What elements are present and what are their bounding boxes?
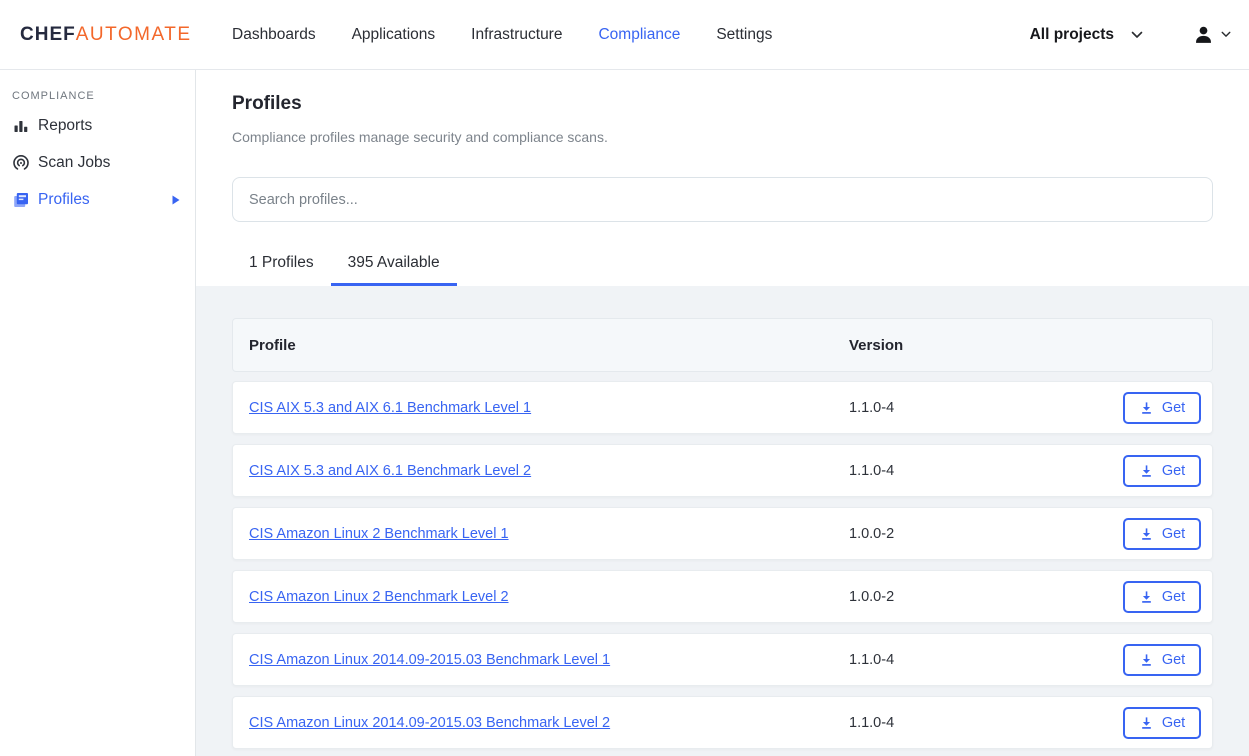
tab-available-profiles[interactable]: 395 Available [331, 240, 457, 286]
expand-arrow-icon[interactable] [172, 195, 180, 205]
compliance-sidebar: COMPLIANCE Reports Scan Jobs [0, 70, 196, 756]
sidebar-item-label: Scan Jobs [38, 154, 110, 172]
table-header-row: Profile Version [232, 318, 1213, 372]
nav-item-settings[interactable]: Settings [716, 26, 772, 44]
profiles-table-panel: Profile Version CIS AIX 5.3 and AIX 6.1 … [196, 286, 1249, 756]
profile-version: 1.0.0-2 [849, 571, 894, 622]
library-icon [12, 191, 30, 209]
download-icon [1139, 527, 1154, 542]
sidebar-item-scan-jobs[interactable]: Scan Jobs [0, 144, 195, 181]
top-navigation-bar: CHEFAUTOMATE Dashboards Applications Inf… [0, 0, 1249, 70]
sidebar-section-label: COMPLIANCE [12, 90, 95, 102]
get-button-label: Get [1162, 400, 1185, 416]
profile-link[interactable]: CIS AIX 5.3 and AIX 6.1 Benchmark Level … [249, 445, 531, 496]
get-button-label: Get [1162, 463, 1185, 479]
chevron-down-icon [1131, 31, 1143, 39]
download-icon [1139, 590, 1154, 605]
get-button[interactable]: Get [1123, 707, 1201, 739]
profile-link[interactable]: CIS Amazon Linux 2 Benchmark Level 2 [249, 571, 509, 622]
get-button-label: Get [1162, 715, 1185, 731]
search-input[interactable] [232, 177, 1213, 222]
projects-filter-label: All projects [1030, 26, 1114, 44]
chef-automate-logo[interactable]: CHEFAUTOMATE [20, 0, 192, 69]
profile-link[interactable]: CIS Amazon Linux 2 Benchmark Level 1 [249, 508, 509, 559]
download-icon [1139, 401, 1154, 416]
radar-icon [12, 154, 30, 172]
profile-version: 1.1.0-4 [849, 697, 894, 748]
column-header-profile: Profile [249, 319, 296, 371]
column-header-version: Version [849, 319, 903, 371]
tab-label: 395 Available [348, 254, 440, 272]
profile-link[interactable]: CIS AIX 5.3 and AIX 6.1 Benchmark Level … [249, 382, 531, 433]
download-icon [1139, 653, 1154, 668]
user-menu-dropdown[interactable] [1193, 24, 1231, 45]
get-button-label: Get [1162, 526, 1185, 542]
table-row: CIS AIX 5.3 and AIX 6.1 Benchmark Level … [232, 381, 1213, 434]
download-icon [1139, 716, 1154, 731]
profile-version: 1.1.0-4 [849, 382, 894, 433]
tab-label: 1 Profiles [249, 254, 314, 272]
profile-version: 1.0.0-2 [849, 508, 894, 559]
sidebar-item-label: Profiles [38, 191, 90, 209]
table-row: CIS Amazon Linux 2 Benchmark Level 2 1.0… [232, 570, 1213, 623]
get-button-label: Get [1162, 589, 1185, 605]
tab-my-profiles[interactable]: 1 Profiles [232, 240, 331, 286]
table-row: CIS Amazon Linux 2 Benchmark Level 1 1.0… [232, 507, 1213, 560]
main-nav: Dashboards Applications Infrastructure C… [232, 0, 772, 69]
projects-filter-dropdown[interactable]: All projects [1030, 26, 1143, 44]
chef-automate-app: CHEFAUTOMATE Dashboards Applications Inf… [0, 0, 1249, 756]
bar-chart-icon [12, 117, 30, 135]
profile-version: 1.1.0-4 [849, 445, 894, 496]
page-subtitle: Compliance profiles manage security and … [232, 129, 608, 145]
profile-link[interactable]: CIS Amazon Linux 2014.09-2015.03 Benchma… [249, 634, 610, 685]
logo-chef-text: CHEF [20, 24, 76, 46]
download-icon [1139, 464, 1154, 479]
profile-version: 1.1.0-4 [849, 634, 894, 685]
sidebar-item-reports[interactable]: Reports [0, 107, 195, 144]
nav-item-dashboards[interactable]: Dashboards [232, 26, 316, 44]
topbar-right-controls: All projects [1030, 0, 1231, 69]
get-button[interactable]: Get [1123, 644, 1201, 676]
logo-automate-text: AUTOMATE [76, 24, 192, 46]
get-button[interactable]: Get [1123, 518, 1201, 550]
page-title: Profiles [232, 93, 302, 115]
sidebar-item-profiles[interactable]: Profiles [0, 181, 195, 218]
nav-item-compliance[interactable]: Compliance [598, 26, 680, 44]
nav-item-infrastructure[interactable]: Infrastructure [471, 26, 562, 44]
table-row: CIS AIX 5.3 and AIX 6.1 Benchmark Level … [232, 444, 1213, 497]
profile-link[interactable]: CIS Amazon Linux 2014.09-2015.03 Benchma… [249, 697, 610, 748]
chevron-down-icon [1221, 31, 1231, 38]
get-button[interactable]: Get [1123, 581, 1201, 613]
get-button[interactable]: Get [1123, 392, 1201, 424]
table-row: CIS Amazon Linux 2014.09-2015.03 Benchma… [232, 633, 1213, 686]
nav-item-applications[interactable]: Applications [352, 26, 436, 44]
sidebar-item-label: Reports [38, 117, 92, 135]
table-row: CIS Amazon Linux 2014.09-2015.03 Benchma… [232, 696, 1213, 749]
get-button-label: Get [1162, 652, 1185, 668]
get-button[interactable]: Get [1123, 455, 1201, 487]
user-avatar-icon [1193, 24, 1214, 45]
profiles-tabs: 1 Profiles 395 Available [232, 240, 457, 286]
